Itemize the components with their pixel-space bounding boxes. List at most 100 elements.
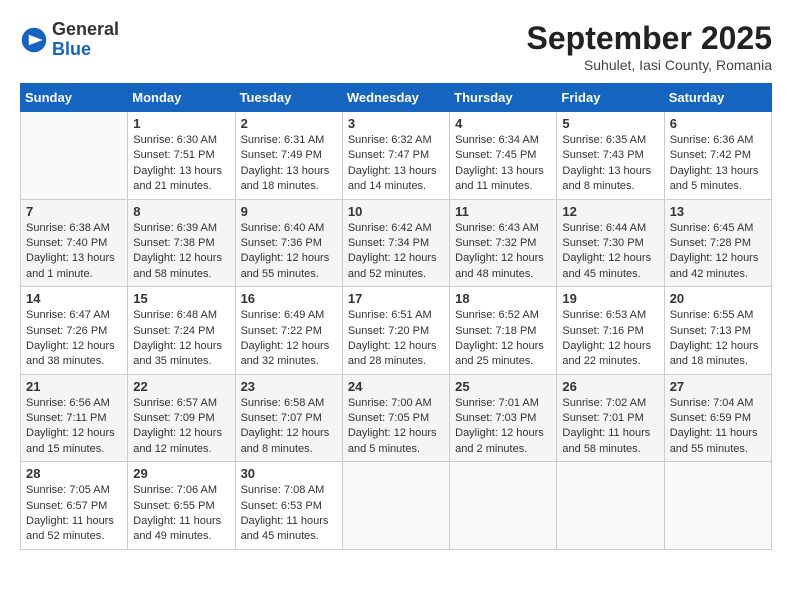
page-header: General Blue September 2025 Suhulet, Ias… — [20, 20, 772, 73]
logo-blue: Blue — [52, 39, 91, 59]
day-number: 3 — [348, 116, 444, 131]
weekday-header: Wednesday — [342, 84, 449, 112]
calendar-cell: 10 Sunrise: 6:42 AM Sunset: 7:34 PM Dayli… — [342, 199, 449, 287]
day-number: 5 — [562, 116, 658, 131]
day-info: Sunrise: 6:55 AM Sunset: 7:13 PM Dayligh… — [670, 308, 766, 370]
day-number: 13 — [670, 204, 766, 219]
day-number: 21 — [26, 379, 122, 394]
day-info: Sunrise: 6:42 AM Sunset: 7:34 PM Dayligh… — [348, 221, 444, 283]
day-number: 10 — [348, 204, 444, 219]
calendar-cell: 22 Sunrise: 6:57 AM Sunset: 7:09 PM Dayli… — [128, 374, 235, 462]
calendar-cell: 20Sunrise: 6:55 AM Sunset: 7:13 PM Dayli… — [664, 287, 771, 375]
logo-general: General — [52, 19, 119, 39]
calendar-cell: 13 Sunrise: 6:45 AM Sunset: 7:28 PM Dayli… — [664, 199, 771, 287]
day-info: Sunrise: 6:36 AM Sunset: 7:42 PM Dayligh… — [670, 133, 766, 195]
day-number: 25 — [455, 379, 551, 394]
weekday-header: Friday — [557, 84, 664, 112]
day-info: Sunrise: 6:30 AM Sunset: 7:51 PM Dayligh… — [133, 133, 229, 195]
day-number: 17 — [348, 291, 444, 306]
calendar-cell: 11 Sunrise: 6:43 AM Sunset: 7:32 PM Dayli… — [450, 199, 557, 287]
day-number: 16 — [241, 291, 337, 306]
day-info: Sunrise: 6:56 AM Sunset: 7:11 PM Dayligh… — [26, 396, 122, 458]
calendar-cell — [664, 462, 771, 550]
calendar-week-row: 1 Sunrise: 6:30 AM Sunset: 7:51 PM Daylig… — [21, 112, 772, 200]
day-info: Sunrise: 6:31 AM Sunset: 7:49 PM Dayligh… — [241, 133, 337, 195]
day-info: Sunrise: 7:01 AM Sunset: 7:03 PM Dayligh… — [455, 396, 551, 458]
calendar-cell: 9 Sunrise: 6:40 AM Sunset: 7:36 PM Daylig… — [235, 199, 342, 287]
day-number: 4 — [455, 116, 551, 131]
day-number: 12 — [562, 204, 658, 219]
calendar-week-row: 7 Sunrise: 6:38 AM Sunset: 7:40 PM Daylig… — [21, 199, 772, 287]
calendar-cell: 16 Sunrise: 6:49 AM Sunset: 7:22 PM Dayli… — [235, 287, 342, 375]
calendar: SundayMondayTuesdayWednesdayThursdayFrid… — [20, 83, 772, 550]
day-number: 19 — [562, 291, 658, 306]
day-info: Sunrise: 7:04 AM Sunset: 6:59 PM Dayligh… — [670, 396, 766, 458]
weekday-header: Tuesday — [235, 84, 342, 112]
day-info: Sunrise: 6:39 AM Sunset: 7:38 PM Dayligh… — [133, 221, 229, 283]
day-info: Sunrise: 6:52 AM Sunset: 7:18 PM Dayligh… — [455, 308, 551, 370]
location: Suhulet, Iasi County, Romania — [527, 57, 772, 73]
day-number: 26 — [562, 379, 658, 394]
calendar-week-row: 14Sunrise: 6:47 AM Sunset: 7:26 PM Dayli… — [21, 287, 772, 375]
calendar-week-row: 28 Sunrise: 7:05 AM Sunset: 6:57 PM Dayli… — [21, 462, 772, 550]
day-number: 30 — [241, 466, 337, 481]
calendar-cell: 19Sunrise: 6:53 AM Sunset: 7:16 PM Dayli… — [557, 287, 664, 375]
day-info: Sunrise: 7:08 AM Sunset: 6:53 PM Dayligh… — [241, 483, 337, 545]
day-number: 27 — [670, 379, 766, 394]
day-number: 9 — [241, 204, 337, 219]
day-info: Sunrise: 6:32 AM Sunset: 7:47 PM Dayligh… — [348, 133, 444, 195]
day-info: Sunrise: 6:44 AM Sunset: 7:30 PM Dayligh… — [562, 221, 658, 283]
weekday-header-row: SundayMondayTuesdayWednesdayThursdayFrid… — [21, 84, 772, 112]
calendar-cell: 2 Sunrise: 6:31 AM Sunset: 7:49 PM Daylig… — [235, 112, 342, 200]
logo: General Blue — [20, 20, 119, 60]
day-info: Sunrise: 6:49 AM Sunset: 7:22 PM Dayligh… — [241, 308, 337, 370]
day-number: 1 — [133, 116, 229, 131]
calendar-cell: 18 Sunrise: 6:52 AM Sunset: 7:18 PM Dayli… — [450, 287, 557, 375]
calendar-cell: 8Sunrise: 6:39 AM Sunset: 7:38 PM Daylig… — [128, 199, 235, 287]
calendar-cell: 7 Sunrise: 6:38 AM Sunset: 7:40 PM Daylig… — [21, 199, 128, 287]
calendar-cell: 14Sunrise: 6:47 AM Sunset: 7:26 PM Dayli… — [21, 287, 128, 375]
day-number: 23 — [241, 379, 337, 394]
day-info: Sunrise: 6:45 AM Sunset: 7:28 PM Dayligh… — [670, 221, 766, 283]
day-info: Sunrise: 6:58 AM Sunset: 7:07 PM Dayligh… — [241, 396, 337, 458]
calendar-cell: 26 Sunrise: 7:02 AM Sunset: 7:01 PM Dayli… — [557, 374, 664, 462]
day-info: Sunrise: 6:57 AM Sunset: 7:09 PM Dayligh… — [133, 396, 229, 458]
calendar-cell: 28 Sunrise: 7:05 AM Sunset: 6:57 PM Dayli… — [21, 462, 128, 550]
day-info: Sunrise: 7:00 AM Sunset: 7:05 PM Dayligh… — [348, 396, 444, 458]
calendar-cell: 1 Sunrise: 6:30 AM Sunset: 7:51 PM Daylig… — [128, 112, 235, 200]
month-title: September 2025 — [527, 20, 772, 57]
calendar-cell: 21 Sunrise: 6:56 AM Sunset: 7:11 PM Dayli… — [21, 374, 128, 462]
logo-icon — [20, 26, 48, 54]
weekday-header: Sunday — [21, 84, 128, 112]
calendar-cell: 30 Sunrise: 7:08 AM Sunset: 6:53 PM Dayli… — [235, 462, 342, 550]
day-number: 6 — [670, 116, 766, 131]
calendar-cell: 29Sunrise: 7:06 AM Sunset: 6:55 PM Dayli… — [128, 462, 235, 550]
day-number: 29 — [133, 466, 229, 481]
calendar-cell: 17 Sunrise: 6:51 AM Sunset: 7:20 PM Dayli… — [342, 287, 449, 375]
day-number: 28 — [26, 466, 122, 481]
calendar-week-row: 21 Sunrise: 6:56 AM Sunset: 7:11 PM Dayli… — [21, 374, 772, 462]
calendar-cell: 6 Sunrise: 6:36 AM Sunset: 7:42 PM Daylig… — [664, 112, 771, 200]
day-info: Sunrise: 6:34 AM Sunset: 7:45 PM Dayligh… — [455, 133, 551, 195]
day-number: 2 — [241, 116, 337, 131]
day-info: Sunrise: 7:05 AM Sunset: 6:57 PM Dayligh… — [26, 483, 122, 545]
day-info: Sunrise: 7:02 AM Sunset: 7:01 PM Dayligh… — [562, 396, 658, 458]
day-number: 22 — [133, 379, 229, 394]
day-info: Sunrise: 6:43 AM Sunset: 7:32 PM Dayligh… — [455, 221, 551, 283]
day-info: Sunrise: 6:40 AM Sunset: 7:36 PM Dayligh… — [241, 221, 337, 283]
calendar-cell: 24Sunrise: 7:00 AM Sunset: 7:05 PM Dayli… — [342, 374, 449, 462]
day-info: Sunrise: 6:51 AM Sunset: 7:20 PM Dayligh… — [348, 308, 444, 370]
calendar-cell: 15Sunrise: 6:48 AM Sunset: 7:24 PM Dayli… — [128, 287, 235, 375]
day-number: 11 — [455, 204, 551, 219]
day-number: 18 — [455, 291, 551, 306]
weekday-header: Saturday — [664, 84, 771, 112]
day-info: Sunrise: 6:38 AM Sunset: 7:40 PM Dayligh… — [26, 221, 122, 283]
calendar-cell — [342, 462, 449, 550]
title-block: September 2025 Suhulet, Iasi County, Rom… — [527, 20, 772, 73]
logo-text: General Blue — [52, 20, 119, 60]
calendar-cell — [21, 112, 128, 200]
calendar-cell: 3 Sunrise: 6:32 AM Sunset: 7:47 PM Daylig… — [342, 112, 449, 200]
weekday-header: Thursday — [450, 84, 557, 112]
day-number: 14 — [26, 291, 122, 306]
day-number: 7 — [26, 204, 122, 219]
